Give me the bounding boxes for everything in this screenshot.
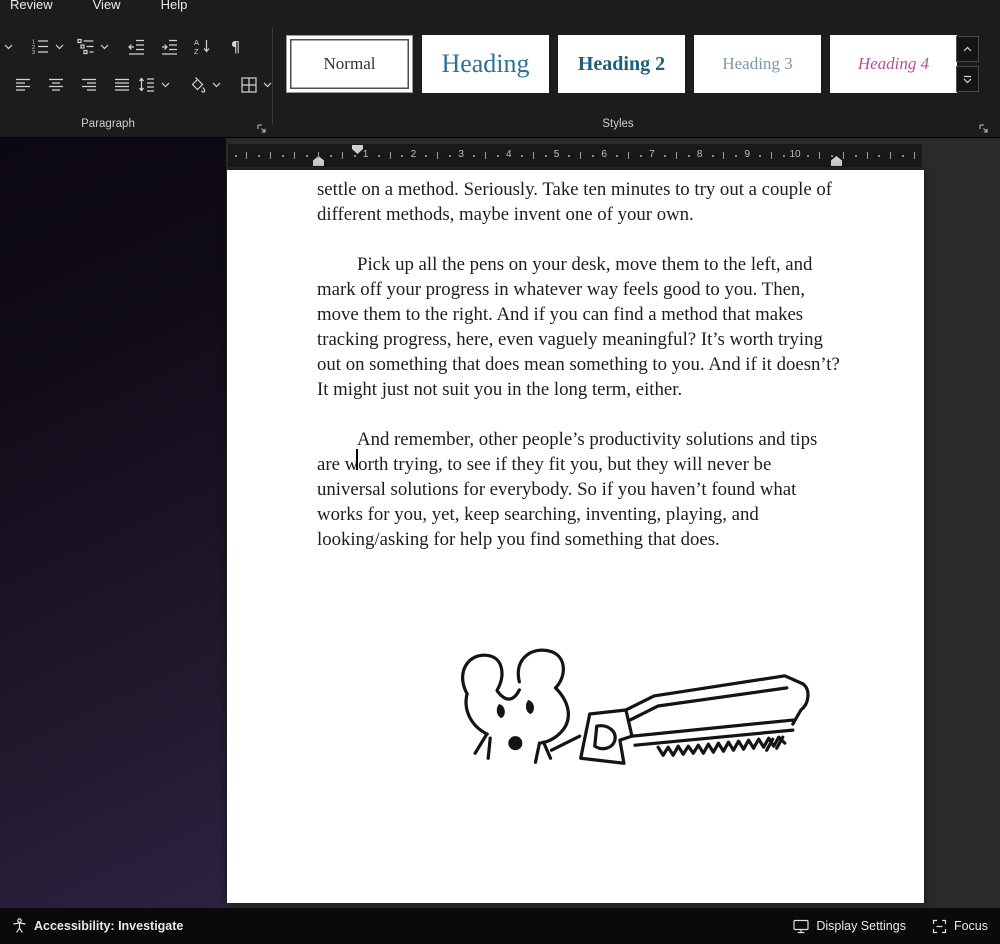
display-settings-icon [793, 919, 809, 933]
display-settings-label: Display Settings [816, 919, 906, 933]
style-card-normal[interactable]: Normal [286, 35, 413, 93]
display-settings-button[interactable]: Display Settings [793, 919, 906, 934]
styles-group-label: Styles [602, 118, 634, 130]
focus-button[interactable]: Focus [932, 919, 988, 934]
style-card-heading1[interactable]: Heading [422, 35, 549, 93]
menu-bar: Review View Help [0, 0, 1000, 16]
shading-button[interactable] [185, 72, 210, 97]
paragraph-group-row1: 123 AZ ¶ [2, 34, 248, 59]
line-spacing-button[interactable] [134, 72, 159, 97]
ribbon: 123 AZ ¶ Normal Heading Heading 2 Headin… [0, 16, 1000, 138]
decrease-indent-button[interactable] [124, 34, 149, 59]
borders-button[interactable] [236, 72, 261, 97]
menu-view[interactable]: View [93, 0, 121, 16]
align-left-button[interactable] [10, 72, 35, 97]
status-bar: Accessibility: Investigate Display Setti… [0, 908, 1000, 944]
paragraph[interactable]: Pick up all the pens on your desk, move … [317, 252, 841, 402]
styles-scroll-up-icon[interactable] [956, 36, 979, 62]
styles-gallery-scroll [956, 36, 979, 92]
paragraph[interactable]: settle on a method. Seriously. Take ten … [317, 177, 841, 227]
ribbon-group-separator [272, 28, 273, 124]
paragraph-dialog-launcher-icon[interactable] [254, 121, 268, 135]
accessibility-icon [13, 918, 26, 933]
svg-text:3: 3 [32, 50, 35, 55]
numbered-list-dropdown-icon[interactable] [53, 34, 65, 59]
shading-dropdown-icon[interactable] [210, 72, 222, 97]
multilevel-list-button[interactable] [73, 34, 98, 59]
align-center-button[interactable] [43, 72, 68, 97]
desktop-background [0, 138, 226, 908]
first-line-indent-marker[interactable] [352, 145, 363, 154]
style-card-heading3[interactable]: Heading 3 [694, 35, 821, 93]
style-card-heading2[interactable]: Heading 2 [558, 35, 685, 93]
line-spacing-dropdown-icon[interactable] [159, 72, 171, 97]
align-right-button[interactable] [76, 72, 101, 97]
text-cursor [356, 449, 358, 470]
document-page[interactable]: settle on a method. Seriously. Take ten … [227, 170, 924, 903]
bullets-dropdown-icon[interactable] [2, 34, 14, 59]
justify-button[interactable] [109, 72, 134, 97]
paragraph-group-label: Paragraph [81, 118, 135, 130]
styles-dialog-launcher-icon[interactable] [976, 121, 990, 135]
document-text[interactable]: settle on a method. Seriously. Take ten … [317, 177, 841, 577]
paragraph[interactable]: And remember, other people’s productivit… [317, 427, 841, 552]
show-paragraph-marks-button[interactable]: ¶ [223, 34, 248, 59]
focus-icon [932, 919, 947, 933]
menu-review[interactable]: Review [10, 0, 53, 16]
styles-gallery: Normal Heading Heading 2 Heading 3 Headi… [286, 35, 957, 93]
ruler[interactable]: 1 2 3 4 5 6 7 8 9 10 [228, 144, 922, 167]
sort-button[interactable]: AZ [190, 34, 215, 59]
paragraph-group-row2 [10, 72, 273, 97]
menu-help[interactable]: Help [161, 0, 188, 16]
focus-label: Focus [953, 919, 988, 933]
accessibility-label: Accessibility: Investigate [34, 919, 184, 933]
document-workspace: 1 2 3 4 5 6 7 8 9 10 settle on a method. Seriousl… [0, 138, 1000, 908]
numbered-list-button[interactable]: 123 [28, 34, 53, 59]
mouse-and-saw-drawing[interactable] [453, 644, 825, 778]
style-card-heading4[interactable]: Heading 4 [830, 35, 957, 93]
svg-text:Z: Z [194, 47, 199, 55]
right-indent-marker[interactable] [831, 156, 842, 166]
increase-indent-button[interactable] [157, 34, 182, 59]
styles-more-icon[interactable] [956, 66, 979, 92]
accessibility-status[interactable]: Accessibility: Investigate [12, 918, 183, 934]
svg-text:A: A [194, 38, 199, 47]
multilevel-list-dropdown-icon[interactable] [98, 34, 110, 59]
